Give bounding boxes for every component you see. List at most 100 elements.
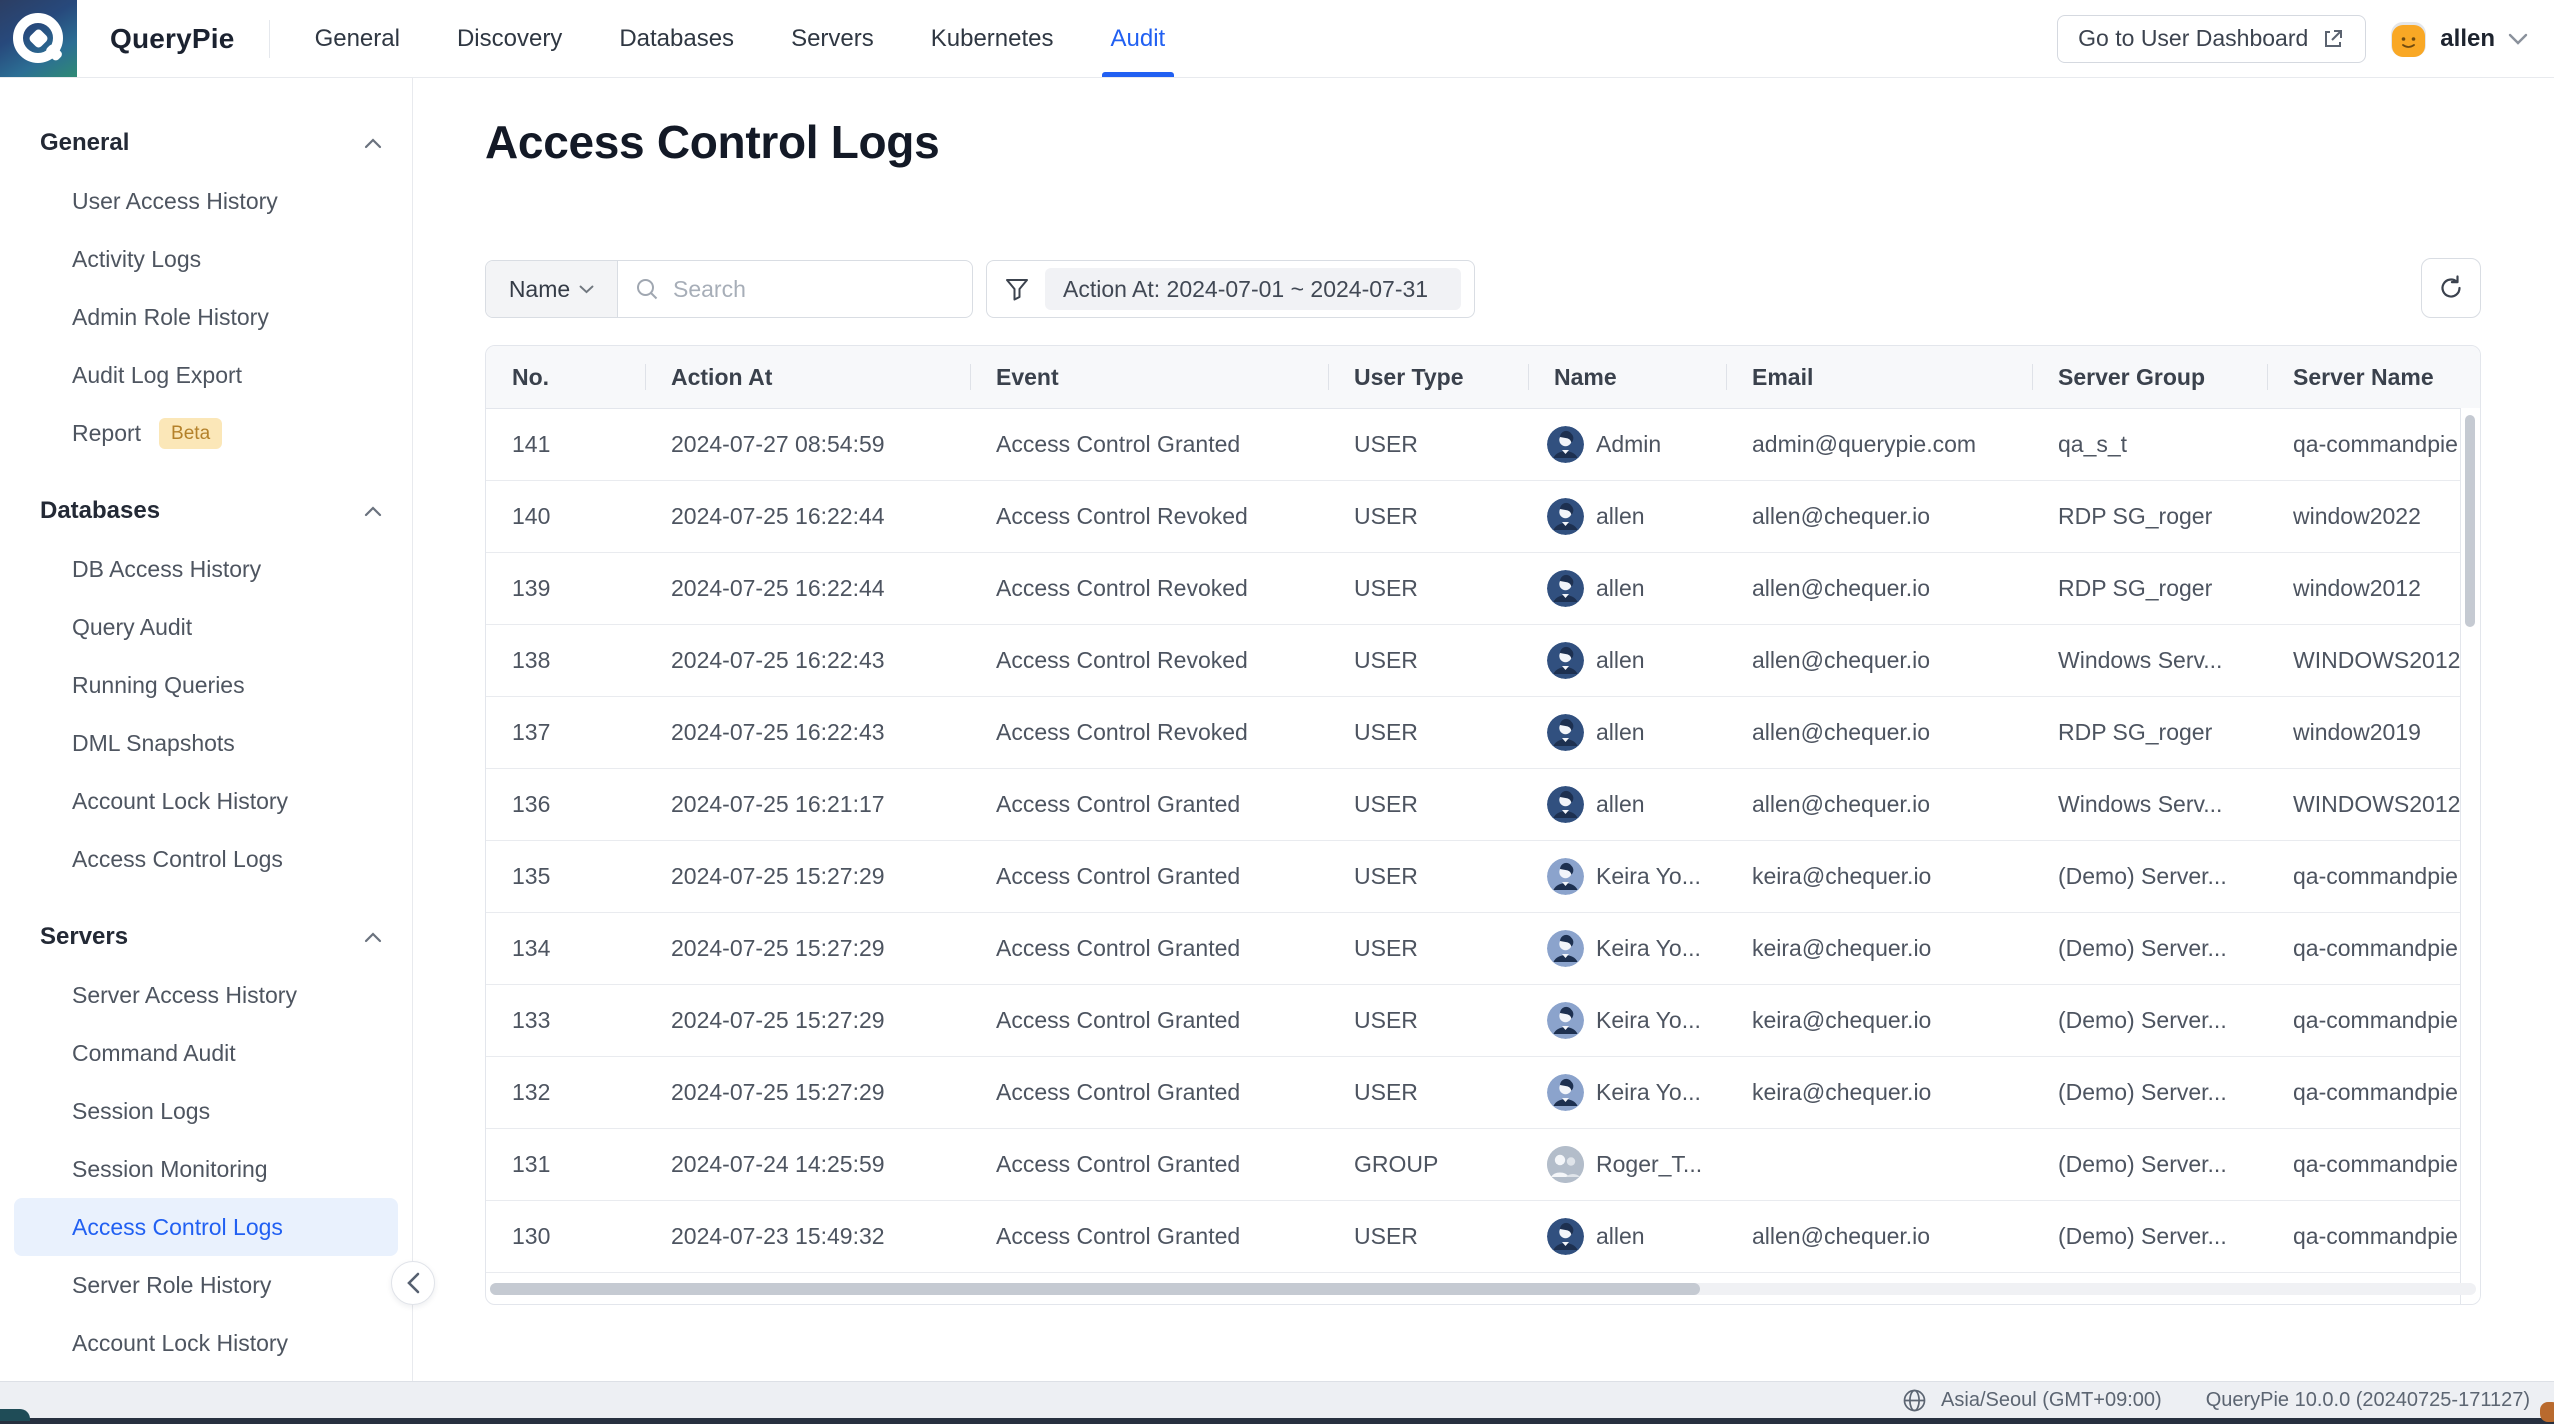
sidebar-item-activity-logs[interactable]: Activity Logs bbox=[14, 230, 398, 288]
sidebar-item-admin-role-history[interactable]: Admin Role History bbox=[14, 288, 398, 346]
cell-action-at: 2024-07-25 15:27:29 bbox=[645, 935, 970, 962]
name-label: Keira Yo... bbox=[1596, 1079, 1701, 1106]
cell-email: admin@querypie.com bbox=[1726, 431, 2032, 458]
nav-item-servers[interactable]: Servers bbox=[791, 0, 874, 77]
refresh-button[interactable] bbox=[2421, 258, 2481, 318]
sidebar-section-general: GeneralUser Access HistoryActivity LogsA… bbox=[0, 114, 412, 462]
cell-action-at: 2024-07-25 16:22:44 bbox=[645, 575, 970, 602]
search-input[interactable] bbox=[671, 275, 965, 304]
cell-no: 132 bbox=[486, 1079, 645, 1106]
sidebar-item-server-access-history[interactable]: Server Access History bbox=[14, 966, 398, 1024]
sidebar-item-report[interactable]: ReportBeta bbox=[14, 404, 398, 462]
sidebar-item-user-access-history[interactable]: User Access History bbox=[14, 172, 398, 230]
sidebar-section-databases: DatabasesDB Access HistoryQuery Audit Run… bbox=[0, 482, 412, 888]
cell-name: allen bbox=[1528, 1218, 1726, 1255]
sidebar-item-label: Account Lock History bbox=[72, 788, 288, 815]
name-label: Keira Yo... bbox=[1596, 1007, 1701, 1034]
sidebar-item-account-lock-history[interactable]: Account Lock History bbox=[14, 772, 398, 830]
column-header-action-at: Action At bbox=[645, 364, 970, 391]
sidebar-item-label: User Access History bbox=[72, 188, 278, 215]
sidebar-section-header-servers[interactable]: Servers bbox=[0, 908, 412, 966]
nav-item-general[interactable]: General bbox=[315, 0, 400, 77]
cell-server-name: window2022 bbox=[2267, 503, 2480, 530]
cell-server-group: (Demo) Server... bbox=[2032, 935, 2267, 962]
horizontal-scrollbar-thumb[interactable] bbox=[490, 1283, 1700, 1295]
chevron-down-icon bbox=[579, 285, 594, 294]
name-label: allen bbox=[1596, 719, 1645, 746]
table-row[interactable]: 1332024-07-25 15:27:29Access Control Gra… bbox=[486, 985, 2480, 1057]
table-row[interactable]: 1362024-07-25 16:21:17Access Control Gra… bbox=[486, 769, 2480, 841]
user-avatar bbox=[1547, 714, 1584, 751]
table-row[interactable]: 1322024-07-25 15:27:29Access Control Gra… bbox=[486, 1057, 2480, 1129]
sidebar-item-label: Running Queries bbox=[72, 672, 245, 699]
table-row[interactable]: 1302024-07-23 15:49:32Access Control Gra… bbox=[486, 1201, 2480, 1273]
column-header-event: Event bbox=[970, 364, 1328, 391]
name-label: allen bbox=[1596, 791, 1645, 818]
sidebar-item-session-monitoring[interactable]: Session Monitoring bbox=[14, 1140, 398, 1198]
cell-event: Access Control Granted bbox=[970, 935, 1328, 962]
go-to-user-dashboard-button[interactable]: Go to User Dashboard bbox=[2057, 15, 2366, 63]
cell-action-at: 2024-07-24 14:25:59 bbox=[645, 1151, 970, 1178]
search-icon bbox=[634, 276, 660, 302]
table-row[interactable]: 1312024-07-24 14:25:59Access Control Gra… bbox=[486, 1129, 2480, 1201]
cell-server-group: qa_s_t bbox=[2032, 431, 2267, 458]
filter-funnel-icon bbox=[1004, 276, 1030, 302]
sidebar-item-account-lock-history[interactable]: Account Lock History bbox=[14, 1314, 398, 1372]
nav-item-discovery[interactable]: Discovery bbox=[457, 0, 562, 77]
table-body: 1412024-07-27 08:54:59Access Control Gra… bbox=[486, 409, 2480, 1273]
sidebar-item-label: Access Control Logs bbox=[72, 1214, 283, 1241]
page-title: Access Control Logs bbox=[485, 115, 939, 169]
cell-name: allen bbox=[1528, 714, 1726, 751]
table-row[interactable]: 1372024-07-25 16:22:43Access Control Rev… bbox=[486, 697, 2480, 769]
table-row[interactable]: 1392024-07-25 16:22:44Access Control Rev… bbox=[486, 553, 2480, 625]
sidebar-item-access-control-logs[interactable]: Access Control Logs bbox=[14, 830, 398, 888]
sidebar-item-access-control-logs[interactable]: Access Control Logs bbox=[14, 1198, 398, 1256]
sidebar-collapse-button[interactable] bbox=[391, 1261, 435, 1305]
user-menu[interactable]: allen bbox=[2390, 20, 2528, 57]
sidebar-item-query-audit[interactable]: Query Audit bbox=[14, 598, 398, 656]
sidebar-item-server-role-history[interactable]: Server Role History bbox=[14, 1256, 398, 1314]
filter-row: Name bbox=[485, 260, 1475, 318]
sidebar-section-header-databases[interactable]: Databases bbox=[0, 482, 412, 540]
cell-name: Keira Yo... bbox=[1528, 858, 1726, 895]
vertical-scrollbar-thumb[interactable] bbox=[2465, 415, 2475, 627]
sidebar-item-dml-snapshots[interactable]: DML Snapshots bbox=[14, 714, 398, 772]
nav-item-databases[interactable]: Databases bbox=[619, 0, 734, 77]
cell-action-at: 2024-07-25 16:22:43 bbox=[645, 719, 970, 746]
user-avatar bbox=[1547, 498, 1584, 535]
sidebar-item-running-queries[interactable]: Running Queries bbox=[14, 656, 398, 714]
querypie-logo-icon[interactable] bbox=[0, 0, 77, 77]
table-row[interactable]: 1352024-07-25 15:27:29Access Control Gra… bbox=[486, 841, 2480, 913]
cell-event: Access Control Granted bbox=[970, 431, 1328, 458]
sidebar-item-label: Account Lock History bbox=[72, 1330, 288, 1357]
cell-name: allen bbox=[1528, 498, 1726, 535]
search-field-dropdown[interactable]: Name bbox=[486, 261, 618, 317]
sidebar-section-title: General bbox=[40, 129, 129, 157]
table-row[interactable]: 1412024-07-27 08:54:59Access Control Gra… bbox=[486, 409, 2480, 481]
cell-user-type: USER bbox=[1328, 503, 1528, 530]
cell-user-type: USER bbox=[1328, 1079, 1528, 1106]
querypie-admin-window: QueryPie GeneralDiscoveryDatabasesServer… bbox=[0, 0, 2554, 1424]
cell-action-at: 2024-07-25 16:22:43 bbox=[645, 647, 970, 674]
date-filter[interactable]: Action At: 2024-07-01 ~ 2024-07-31 bbox=[986, 260, 1475, 318]
sidebar-item-label: Server Access History bbox=[72, 982, 297, 1009]
user-name: allen bbox=[2440, 25, 2495, 53]
sidebar-item-audit-log-export[interactable]: Audit Log Export bbox=[14, 346, 398, 404]
cell-no: 130 bbox=[486, 1223, 645, 1250]
sidebar-item-session-logs[interactable]: Session Logs bbox=[14, 1082, 398, 1140]
table-row[interactable]: 1402024-07-25 16:22:44Access Control Rev… bbox=[486, 481, 2480, 553]
table-row[interactable]: 1342024-07-25 15:27:29Access Control Gra… bbox=[486, 913, 2480, 985]
sidebar-item-command-audit[interactable]: Command Audit bbox=[14, 1024, 398, 1082]
cell-server-name: qa-commandpie bbox=[2267, 1223, 2480, 1250]
sidebar-section-header-general[interactable]: General bbox=[0, 114, 412, 172]
table-row[interactable]: 1382024-07-25 16:22:43Access Control Rev… bbox=[486, 625, 2480, 697]
cell-email: allen@chequer.io bbox=[1726, 791, 2032, 818]
cell-server-name: window2019 bbox=[2267, 719, 2480, 746]
nav-item-kubernetes[interactable]: Kubernetes bbox=[931, 0, 1054, 77]
name-label: Roger_T... bbox=[1596, 1151, 1702, 1178]
cell-name: allen bbox=[1528, 570, 1726, 607]
group-avatar bbox=[1547, 1146, 1584, 1183]
sidebar-item-db-access-history[interactable]: DB Access History bbox=[14, 540, 398, 598]
cell-no: 134 bbox=[486, 935, 645, 962]
nav-item-audit[interactable]: Audit bbox=[1111, 0, 1166, 77]
